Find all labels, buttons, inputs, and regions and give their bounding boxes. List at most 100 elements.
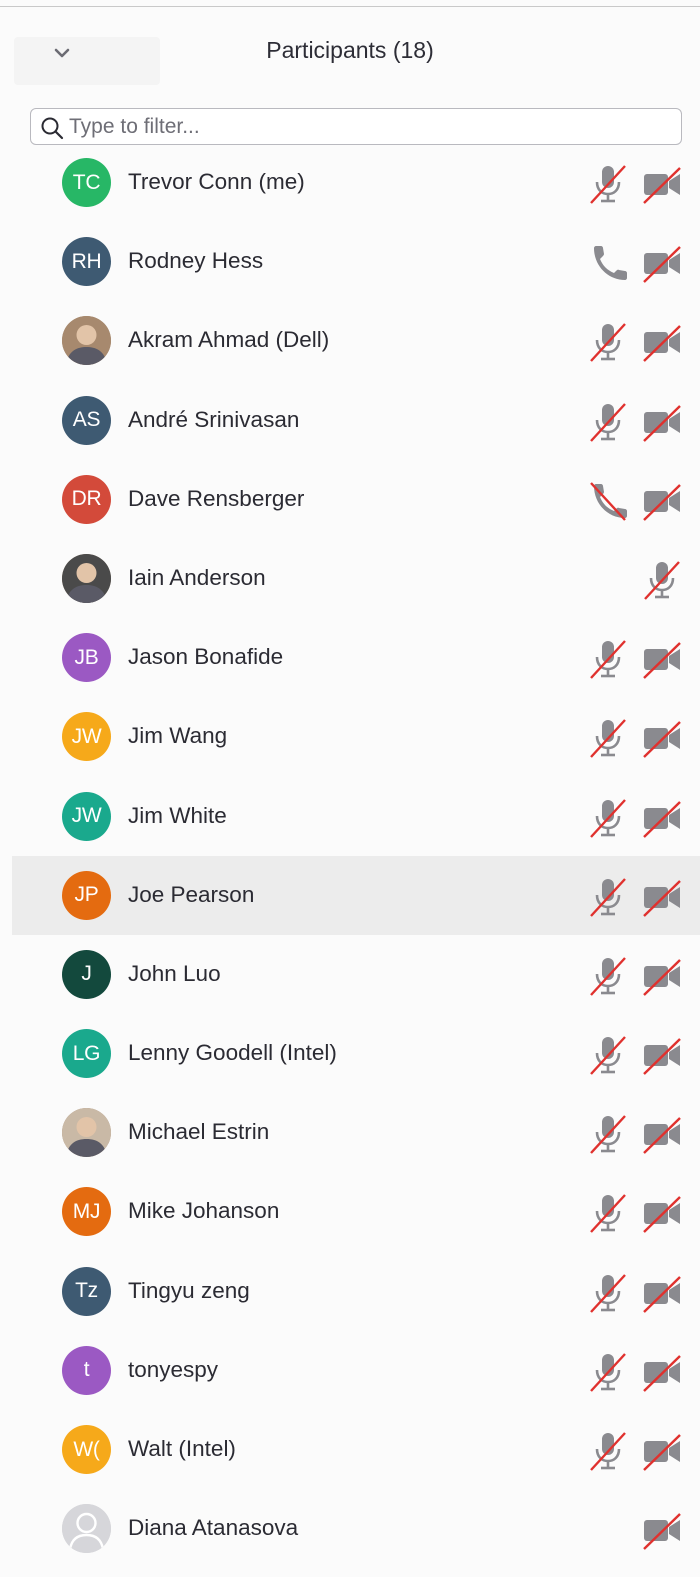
video-off-icon[interactable] bbox=[642, 401, 682, 443]
mic-muted-icon[interactable] bbox=[588, 401, 628, 443]
mic-muted-icon[interactable] bbox=[588, 1351, 628, 1393]
participant-status-icons bbox=[588, 401, 682, 443]
mic-muted-icon[interactable] bbox=[642, 559, 682, 601]
participant-row[interactable]: AS André Srinivasan bbox=[12, 381, 700, 460]
video-off-icon[interactable] bbox=[642, 321, 682, 363]
participant-status-icons bbox=[588, 876, 682, 918]
mic-muted-icon[interactable] bbox=[588, 1430, 628, 1472]
video-off-icon[interactable] bbox=[642, 1509, 682, 1551]
mic-muted-icon[interactable] bbox=[588, 638, 628, 680]
phone-muted-icon[interactable] bbox=[588, 480, 628, 522]
participant-name: Trevor Conn (me) bbox=[128, 169, 305, 194]
participants-panel: Participants (18) TC Trevor Conn (me) RH Ro… bbox=[0, 0, 700, 1577]
avatar-initials: JP bbox=[74, 883, 99, 907]
video-off-icon[interactable] bbox=[642, 1113, 682, 1155]
video-off-icon[interactable] bbox=[642, 955, 682, 997]
participant-name: André Srinivasan bbox=[128, 406, 300, 432]
avatar: LG bbox=[62, 1029, 111, 1079]
video-off-icon[interactable] bbox=[642, 638, 682, 680]
participant-name: Joe Pearson bbox=[128, 881, 255, 907]
avatar-initials: TC bbox=[72, 170, 101, 194]
participant-row[interactable]: TC Trevor Conn (me) bbox=[12, 143, 700, 222]
participant-row[interactable]: J John Luo bbox=[12, 935, 700, 1014]
participant-row[interactable]: LG Lenny Goodell (Intel) bbox=[12, 1014, 700, 1093]
participant-row[interactable]: JW Jim White bbox=[12, 777, 700, 856]
panel-header: Participants (18) bbox=[0, 7, 700, 95]
participant-status-icons bbox=[588, 321, 682, 363]
video-off-icon[interactable] bbox=[642, 480, 682, 522]
participant-row[interactable]: Diana Atanasova bbox=[12, 1489, 700, 1568]
participant-name: Jim Wang bbox=[128, 723, 228, 749]
participant-list[interactable]: TC Trevor Conn (me) RH Rodney Hess Akram Ahm… bbox=[12, 143, 700, 1577]
avatar-initials: t bbox=[83, 1358, 90, 1382]
participant-name: Diana Atanasova bbox=[128, 1515, 299, 1541]
avatar bbox=[62, 316, 111, 366]
participant-status-icons bbox=[588, 797, 682, 839]
mic-muted-icon[interactable] bbox=[588, 1192, 628, 1234]
avatar-initials: Tz bbox=[75, 1279, 98, 1303]
participant-name: Rodney Hess bbox=[128, 248, 264, 274]
avatar-initials: DR bbox=[71, 487, 102, 511]
video-off-icon[interactable] bbox=[642, 1351, 682, 1393]
participant-status-icons bbox=[588, 1430, 682, 1472]
participant-status-icons bbox=[588, 638, 682, 680]
participant-status-icons bbox=[588, 1272, 682, 1314]
participant-row[interactable]: DR Dave Rensberger bbox=[12, 460, 700, 539]
participant-status-icons bbox=[588, 717, 682, 759]
video-off-icon[interactable] bbox=[642, 717, 682, 759]
avatar-initials: AS bbox=[72, 408, 101, 432]
participant-name: Mike Johanson bbox=[128, 1198, 280, 1224]
participant-name: John Luo bbox=[128, 960, 221, 986]
phone-icon[interactable] bbox=[588, 242, 628, 284]
avatar: t bbox=[62, 1345, 111, 1395]
participant-row[interactable]: Tz Tingyu zeng bbox=[12, 1252, 700, 1331]
video-off-icon[interactable] bbox=[642, 1430, 682, 1472]
participant-name: Iain Anderson bbox=[128, 564, 266, 590]
participant-status-icons bbox=[588, 1509, 682, 1551]
participant-name: Michael Estrin bbox=[128, 1119, 270, 1145]
avatar: JW bbox=[62, 712, 111, 762]
mic-muted-icon[interactable] bbox=[588, 1034, 628, 1076]
avatar: DR bbox=[62, 474, 111, 524]
mic-muted-icon[interactable] bbox=[588, 797, 628, 839]
video-off-icon[interactable] bbox=[642, 797, 682, 839]
mic-muted-icon[interactable] bbox=[588, 163, 628, 205]
video-off-icon[interactable] bbox=[642, 163, 682, 205]
mic-muted-icon[interactable] bbox=[588, 321, 628, 363]
participant-row[interactable]: Akram Ahmad (Dell) bbox=[12, 301, 700, 380]
mic-muted-icon[interactable] bbox=[588, 955, 628, 997]
participant-row[interactable]: W(Walt (Intel) bbox=[12, 1410, 700, 1489]
avatar-initials: JB bbox=[74, 645, 99, 669]
participant-status-icons bbox=[588, 559, 682, 601]
participant-row[interactable]: MJ Mike Johanson bbox=[12, 1172, 700, 1251]
participant-name: tonyespy bbox=[128, 1356, 219, 1382]
participant-row[interactable]: RH Rodney Hess bbox=[12, 222, 700, 301]
video-off-icon[interactable] bbox=[642, 876, 682, 918]
avatar bbox=[62, 1504, 111, 1554]
participant-row[interactable]: JW Jim Wang bbox=[12, 697, 700, 776]
video-off-icon[interactable] bbox=[642, 242, 682, 284]
avatar: AS bbox=[62, 395, 111, 445]
avatar: Tz bbox=[62, 1266, 111, 1316]
mic-muted-icon[interactable] bbox=[588, 876, 628, 918]
filter-input[interactable] bbox=[67, 111, 671, 143]
participant-row[interactable]: JP Joe Pearson bbox=[12, 855, 700, 935]
video-off-icon[interactable] bbox=[642, 1034, 682, 1076]
mic-muted-icon[interactable] bbox=[588, 1272, 628, 1314]
participant-status-icons bbox=[588, 1192, 682, 1234]
avatar-initials: W( bbox=[73, 1437, 100, 1461]
video-off-icon[interactable] bbox=[642, 1192, 682, 1234]
search-icon bbox=[41, 117, 64, 140]
video-off-icon[interactable] bbox=[642, 1272, 682, 1314]
participant-row[interactable]: Iain Anderson bbox=[12, 539, 700, 618]
mic-muted-icon[interactable] bbox=[588, 717, 628, 759]
mic-muted-icon[interactable] bbox=[588, 1113, 628, 1155]
participant-row[interactable]: JB Jason Bonafide bbox=[12, 618, 700, 697]
participant-row[interactable]: Michael Estrin bbox=[12, 1093, 700, 1172]
filter-box[interactable] bbox=[30, 108, 682, 145]
avatar: TC bbox=[62, 158, 111, 207]
participant-row[interactable]: t tonyespy bbox=[12, 1331, 700, 1410]
avatar-initials: LG bbox=[72, 1041, 101, 1065]
avatar-initials: J bbox=[81, 962, 92, 986]
participant-name: Tingyu zeng bbox=[128, 1277, 250, 1303]
